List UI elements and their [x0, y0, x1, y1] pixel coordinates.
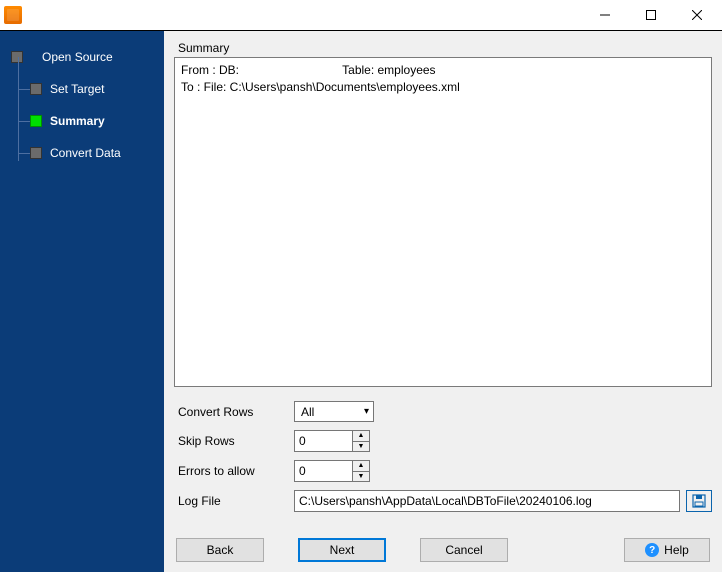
skip-rows-spinner[interactable]: ▲ ▼	[294, 430, 374, 452]
summary-line-from: From : DB: Table: employees	[181, 62, 705, 79]
cancel-button[interactable]: Cancel	[420, 538, 508, 562]
sidebar-connector	[18, 57, 19, 161]
app-icon	[4, 6, 22, 24]
skip-rows-label: Skip Rows	[174, 434, 294, 448]
convert-rows-label: Convert Rows	[174, 405, 294, 419]
back-button[interactable]: Back	[176, 538, 264, 562]
errors-allow-input[interactable]	[294, 460, 352, 482]
window-controls	[582, 0, 720, 30]
step-summary[interactable]: Summary	[0, 105, 164, 137]
convert-rows-select[interactable]: All ▾	[294, 401, 374, 422]
titlebar	[0, 0, 722, 30]
main-panel: Summary From : DB: Table: employees To :…	[164, 31, 722, 572]
spin-down-icon[interactable]: ▼	[352, 441, 370, 453]
step-set-target[interactable]: Set Target	[0, 73, 164, 105]
step-label: Set Target	[50, 82, 104, 96]
help-icon: ?	[645, 543, 659, 557]
skip-rows-input[interactable]	[294, 430, 352, 452]
wizard-buttons: Back Next Cancel ? Help	[174, 538, 712, 562]
logfile-browse-button[interactable]	[686, 490, 712, 512]
chevron-down-icon: ▾	[364, 406, 369, 417]
spin-down-icon[interactable]: ▼	[352, 471, 370, 483]
spin-up-icon[interactable]: ▲	[352, 460, 370, 471]
help-button[interactable]: ? Help	[624, 538, 710, 562]
step-label: Open Source	[42, 50, 113, 64]
step-label: Summary	[50, 114, 105, 128]
next-button[interactable]: Next	[298, 538, 386, 562]
logfile-input[interactable]	[294, 490, 680, 512]
summary-line-to: To : File: C:\Users\pansh\Documents\empl…	[181, 79, 705, 96]
disk-icon	[692, 494, 706, 508]
step-label: Convert Data	[50, 146, 121, 160]
errors-allow-spinner[interactable]: ▲ ▼	[294, 460, 374, 482]
maximize-button[interactable]	[628, 0, 674, 30]
logfile-label: Log File	[174, 494, 294, 508]
wizard-sidebar: Open Source Set Target Summary Convert D…	[0, 31, 164, 572]
options-form: Convert Rows All ▾ Skip Rows ▲ ▼ Errors …	[174, 401, 712, 520]
errors-allow-label: Errors to allow	[174, 464, 294, 478]
spin-up-icon[interactable]: ▲	[352, 430, 370, 441]
step-open-source[interactable]: Open Source	[0, 41, 164, 73]
close-button[interactable]	[674, 0, 720, 30]
summary-heading: Summary	[178, 41, 712, 55]
summary-textarea[interactable]: From : DB: Table: employees To : File: C…	[174, 57, 712, 387]
minimize-button[interactable]	[582, 0, 628, 30]
step-convert-data[interactable]: Convert Data	[0, 137, 164, 169]
convert-rows-value: All	[301, 405, 314, 419]
